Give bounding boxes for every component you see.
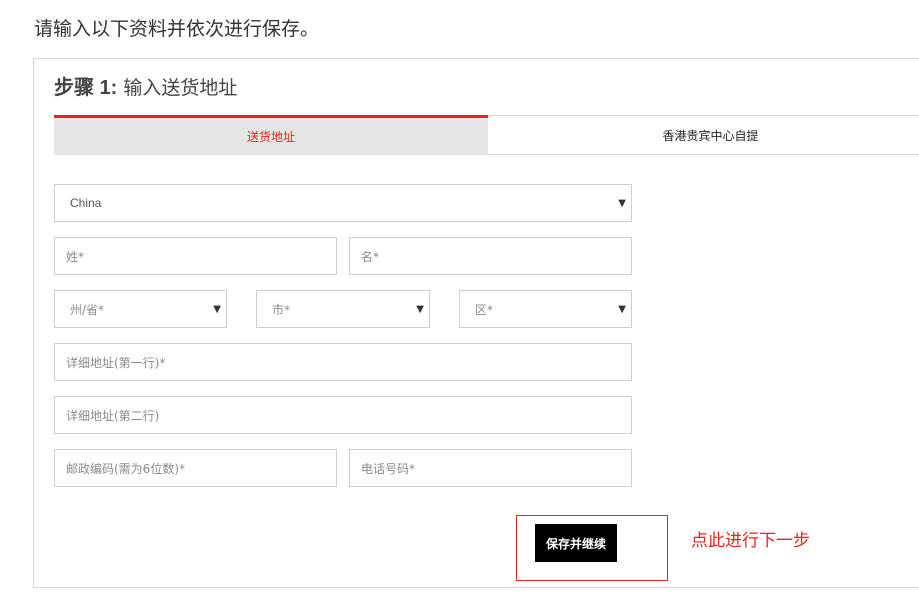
delivery-method-tabs: 送货地址 香港贵宾中心自提 [54,115,919,155]
chevron-down-icon: ▼ [618,303,626,315]
district-select-value: 区* [475,302,494,317]
chevron-down-icon: ▼ [213,303,221,315]
address-line1-field[interactable]: 详细地址(第一行)* [54,343,632,381]
save-and-continue-button[interactable]: 保存并继续 [535,524,617,562]
step-heading: 步骤 1: 输入送货地址 [54,71,237,100]
tab-hk-vip-pickup[interactable]: 香港贵宾中心自提 [488,115,919,155]
postal-code-placeholder: 邮政编码(需为6位数)* [66,461,185,476]
first-name-field[interactable]: 名* [349,237,632,275]
city-select[interactable]: 市* ▼ [256,290,430,328]
address-line2-field[interactable]: 详细地址(第二行) [54,396,632,434]
next-step-hint: 点此进行下一步 [691,531,810,551]
province-select[interactable]: 州/省* ▼ [54,290,227,328]
postal-code-field[interactable]: 邮政编码(需为6位数)* [54,449,337,487]
step-title-text: 输入送货地址 [123,77,238,99]
phone-field[interactable]: 电话号码* [349,449,632,487]
city-select-value: 市* [272,302,291,317]
tab-hk-vip-pickup-label: 香港贵宾中心自提 [662,128,759,143]
country-select[interactable]: China ▼ [54,184,632,222]
first-name-placeholder: 名* [361,249,380,264]
phone-placeholder: 电话号码* [361,461,416,476]
checkout-page: 请输入以下资料并依次进行保存。 步骤 1: 输入送货地址 送货地址 香港贵宾中心… [0,0,919,605]
province-select-value: 州/省* [70,302,105,317]
intro-instruction: 请输入以下资料并依次进行保存。 [34,18,320,40]
district-select[interactable]: 区* ▼ [459,290,632,328]
tab-shipping-address-label: 送货地址 [246,130,295,144]
address-line1-placeholder: 详细地址(第一行)* [66,355,166,370]
last-name-field[interactable]: 姓* [54,237,337,275]
last-name-placeholder: 姓* [66,249,85,264]
chevron-down-icon: ▼ [416,303,424,315]
country-select-value: China [70,196,102,210]
step-number: 步骤 1: [54,77,118,99]
address-line2-placeholder: 详细地址(第二行) [66,408,160,423]
chevron-down-icon: ▼ [618,197,626,209]
tab-shipping-address[interactable]: 送货地址 [54,115,488,155]
